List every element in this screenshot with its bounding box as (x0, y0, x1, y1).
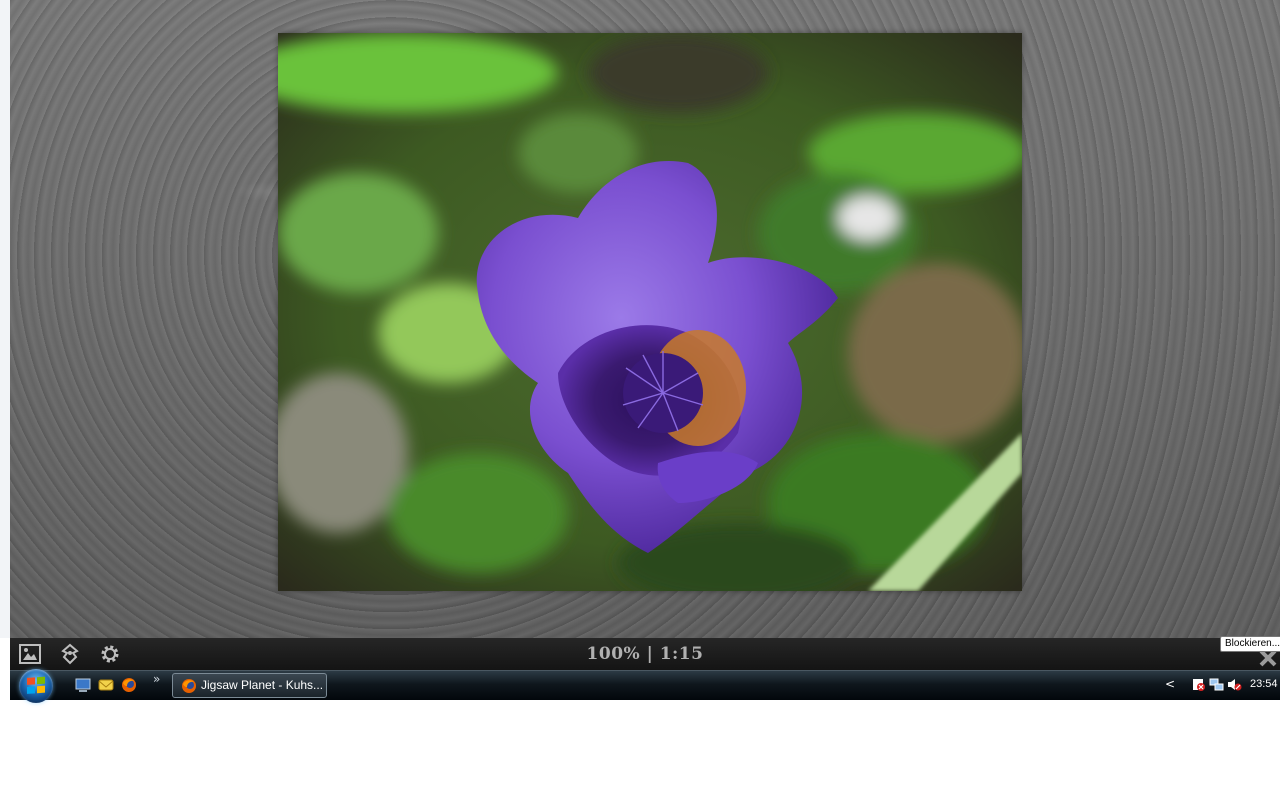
windows-taskbar: » Jigsaw Planet - Kuhs... < 23:54 (10, 669, 1280, 703)
show-desktop-icon[interactable] (75, 677, 91, 693)
volume-muted-icon[interactable] (1227, 677, 1242, 692)
taskbar-window-label: Jigsaw Planet - Kuhs... (201, 678, 324, 692)
flower-photo (278, 33, 1022, 591)
firefox-icon (182, 679, 196, 693)
progress-timer-text: 100% | 1:15 (586, 644, 704, 664)
taskbar-window-button[interactable]: Jigsaw Planet - Kuhs... (172, 673, 327, 698)
firefox-icon[interactable] (121, 677, 137, 693)
tray-expand-chevron[interactable]: < (1165, 677, 1175, 691)
puzzle-toolbar: 100% | 1:15 (10, 638, 1280, 670)
mail-icon[interactable] (98, 677, 114, 693)
completed-puzzle-image[interactable] (278, 33, 1022, 591)
quick-launch-more[interactable]: » (153, 672, 160, 686)
tooltip: Blockieren... (1220, 636, 1280, 652)
left-window-edge (0, 0, 10, 638)
puzzle-board[interactable] (10, 0, 1280, 638)
security-alert-icon[interactable] (1191, 677, 1206, 692)
network-icon[interactable] (1209, 677, 1224, 692)
screen: 100% | 1:15 Blockieren... » Jigsaw Plane… (0, 0, 1280, 800)
windows-start-orb[interactable] (19, 669, 53, 703)
taskbar-clock[interactable]: 23:54 (1250, 678, 1278, 690)
